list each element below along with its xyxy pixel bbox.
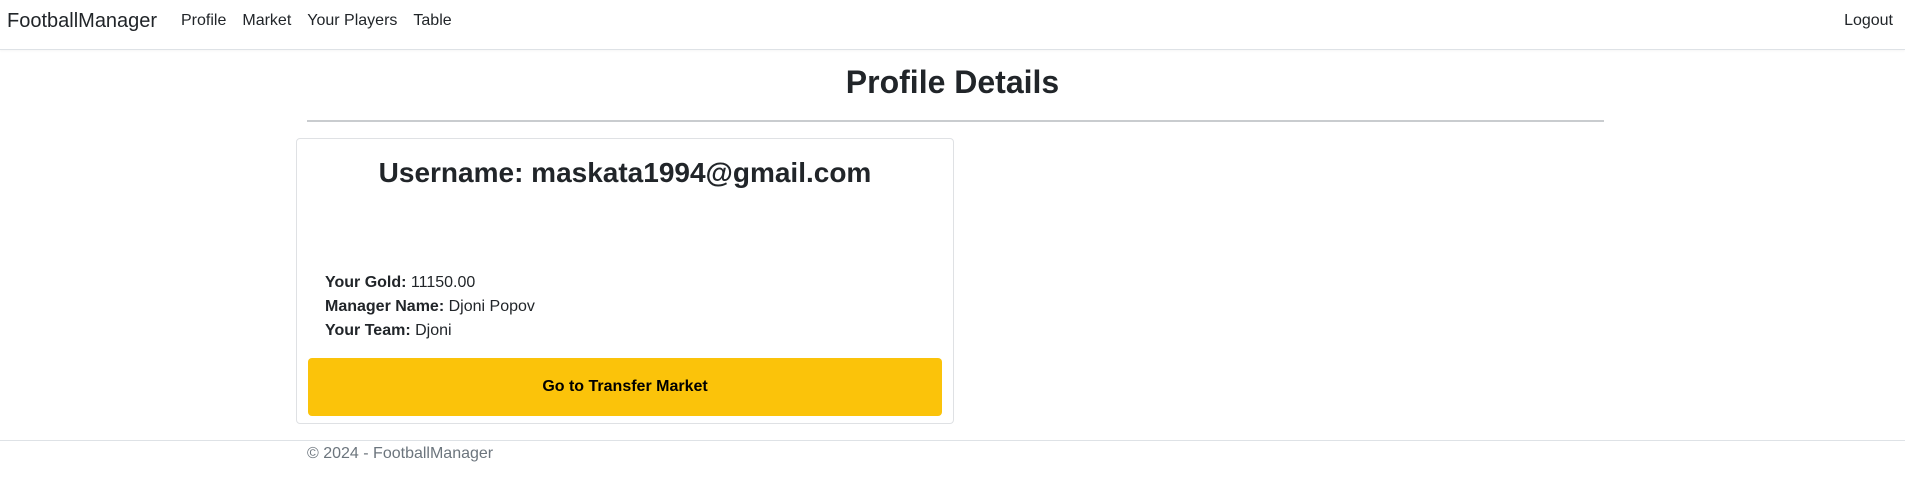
manager-name-value: Djoni Popov — [448, 298, 535, 315]
team-row: Your Team: Djoni — [325, 319, 535, 343]
team-label: Your Team: — [325, 322, 411, 339]
title-divider — [307, 120, 1604, 122]
gold-label: Your Gold: — [325, 274, 407, 291]
gold-value: 11150.00 — [410, 274, 476, 291]
profile-info: Your Gold: 11150.00 Manager Name: Djoni … — [325, 271, 535, 343]
username-heading: Username: maskata1994@gmail.com — [378, 157, 872, 188]
manager-name-label: Manager Name: — [325, 298, 445, 315]
nav-links: Profile Market Your Players Table — [181, 12, 452, 30]
navbar: FootballManager Profile Market Your Play… — [0, 0, 1905, 50]
nav-link-table[interactable]: Table — [413, 12, 451, 30]
manager-name-row: Manager Name: Djoni Popov — [325, 295, 535, 319]
nav-link-market[interactable]: Market — [242, 12, 291, 30]
nav-link-profile[interactable]: Profile — [181, 12, 226, 30]
footer-copyright: © 2024 - FootballManager — [307, 445, 494, 462]
page-title: Profile Details — [845, 64, 1060, 100]
team-value: Djoni — [415, 322, 452, 339]
profile-card: Username: maskata1994@gmail.com Your Gol… — [296, 138, 954, 424]
footer: © 2024 - FootballManager — [0, 440, 1905, 497]
gold-row: Your Gold: 11150.00 — [325, 271, 535, 295]
logout-link[interactable]: Logout — [1844, 12, 1893, 30]
brand-link[interactable]: FootballManager — [7, 10, 157, 33]
go-to-transfer-market-button[interactable]: Go to Transfer Market — [308, 358, 942, 416]
nav-link-your-players[interactable]: Your Players — [307, 12, 397, 30]
